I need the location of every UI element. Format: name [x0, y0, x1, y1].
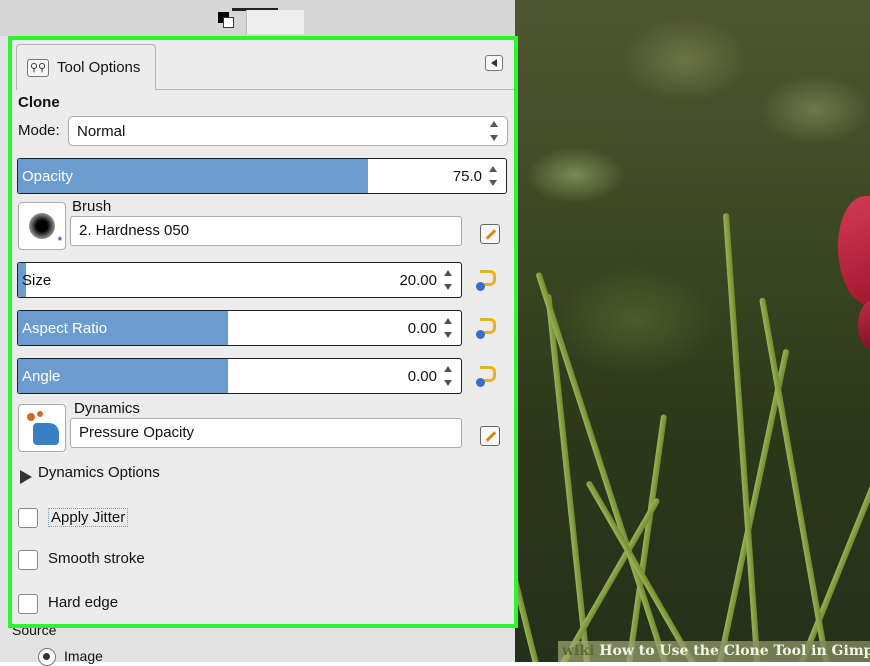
brush-caption: Brush	[72, 198, 112, 215]
brush-preview[interactable]: *	[18, 202, 66, 250]
tool-options-icon: ⚲⚲	[27, 59, 49, 77]
tool-name: Clone	[18, 94, 60, 111]
mode-select[interactable]: Normal	[68, 116, 508, 146]
apply-jitter-label[interactable]: Apply Jitter	[48, 508, 129, 527]
dock-menu-button[interactable]	[485, 55, 503, 71]
smooth-stroke-checkbox[interactable]	[18, 550, 38, 570]
dynamics-caption: Dynamics	[74, 400, 140, 417]
apply-jitter-checkbox[interactable]	[18, 508, 38, 528]
mode-label: Mode:	[18, 122, 60, 139]
angle-value: 0.00	[407, 368, 437, 385]
image-radio[interactable]	[38, 648, 56, 666]
tool-options-panel: ⚲⚲ Tool Options Clone Mode: Normal Opaci…	[8, 36, 518, 628]
hard-edge-label[interactable]: Hard edge	[48, 594, 118, 611]
hard-edge-checkbox[interactable]	[18, 594, 38, 614]
aspect-ratio-reset-icon[interactable]	[476, 316, 500, 340]
tab-label: Tool Options	[57, 59, 141, 76]
dynamics-name-field[interactable]: Pressure Opacity	[70, 418, 462, 448]
size-slider[interactable]: Size 20.00	[17, 262, 462, 298]
source-section: Source Image	[0, 622, 515, 666]
size-label: Size	[22, 272, 52, 289]
opacity-label: Opacity	[22, 168, 73, 185]
size-value: 20.00	[399, 272, 437, 289]
fg-bg-color-icon[interactable]	[218, 12, 234, 28]
dynamics-options-expander[interactable]: Dynamics Options	[38, 464, 160, 481]
angle-slider[interactable]: Angle 0.00	[17, 358, 462, 394]
flower-petal	[858, 300, 870, 350]
dock-top-strip	[0, 0, 515, 36]
mode-value: Normal	[77, 123, 126, 140]
aspect-ratio-value: 0.00	[407, 320, 437, 337]
size-reset-icon[interactable]	[476, 268, 500, 292]
aspect-ratio-slider[interactable]: Aspect Ratio 0.00	[17, 310, 462, 346]
brush-star-icon: *	[57, 235, 62, 247]
dynamics-preview[interactable]	[18, 404, 66, 452]
size-spinner[interactable]	[443, 270, 453, 290]
brush-edit-icon[interactable]	[480, 224, 500, 244]
flower-petal	[838, 196, 870, 306]
angle-reset-icon[interactable]	[476, 364, 500, 388]
expander-arrow-icon[interactable]	[20, 470, 32, 484]
smooth-stroke-label[interactable]: Smooth stroke	[48, 550, 145, 567]
select-arrows-icon	[489, 121, 499, 141]
angle-label: Angle	[22, 368, 61, 385]
opacity-value: 75.0	[452, 168, 482, 185]
aspect-ratio-spinner[interactable]	[443, 318, 453, 338]
aspect-ratio-label: Aspect Ratio	[22, 320, 108, 337]
angle-spinner[interactable]	[443, 366, 453, 386]
canvas-photo	[515, 0, 870, 662]
brush-name-field[interactable]: 2. Hardness 050	[70, 216, 462, 246]
dynamics-icon	[33, 423, 59, 445]
brush-shape-icon	[29, 213, 55, 239]
dynamics-edit-icon[interactable]	[480, 426, 500, 446]
watermark: wiki How to Use the Clone Tool in Gimp	[558, 641, 870, 662]
tab-tool-options[interactable]: ⚲⚲ Tool Options	[16, 44, 156, 90]
opacity-spinner[interactable]	[488, 166, 498, 186]
opacity-slider[interactable]: Opacity 75.0	[17, 158, 507, 194]
